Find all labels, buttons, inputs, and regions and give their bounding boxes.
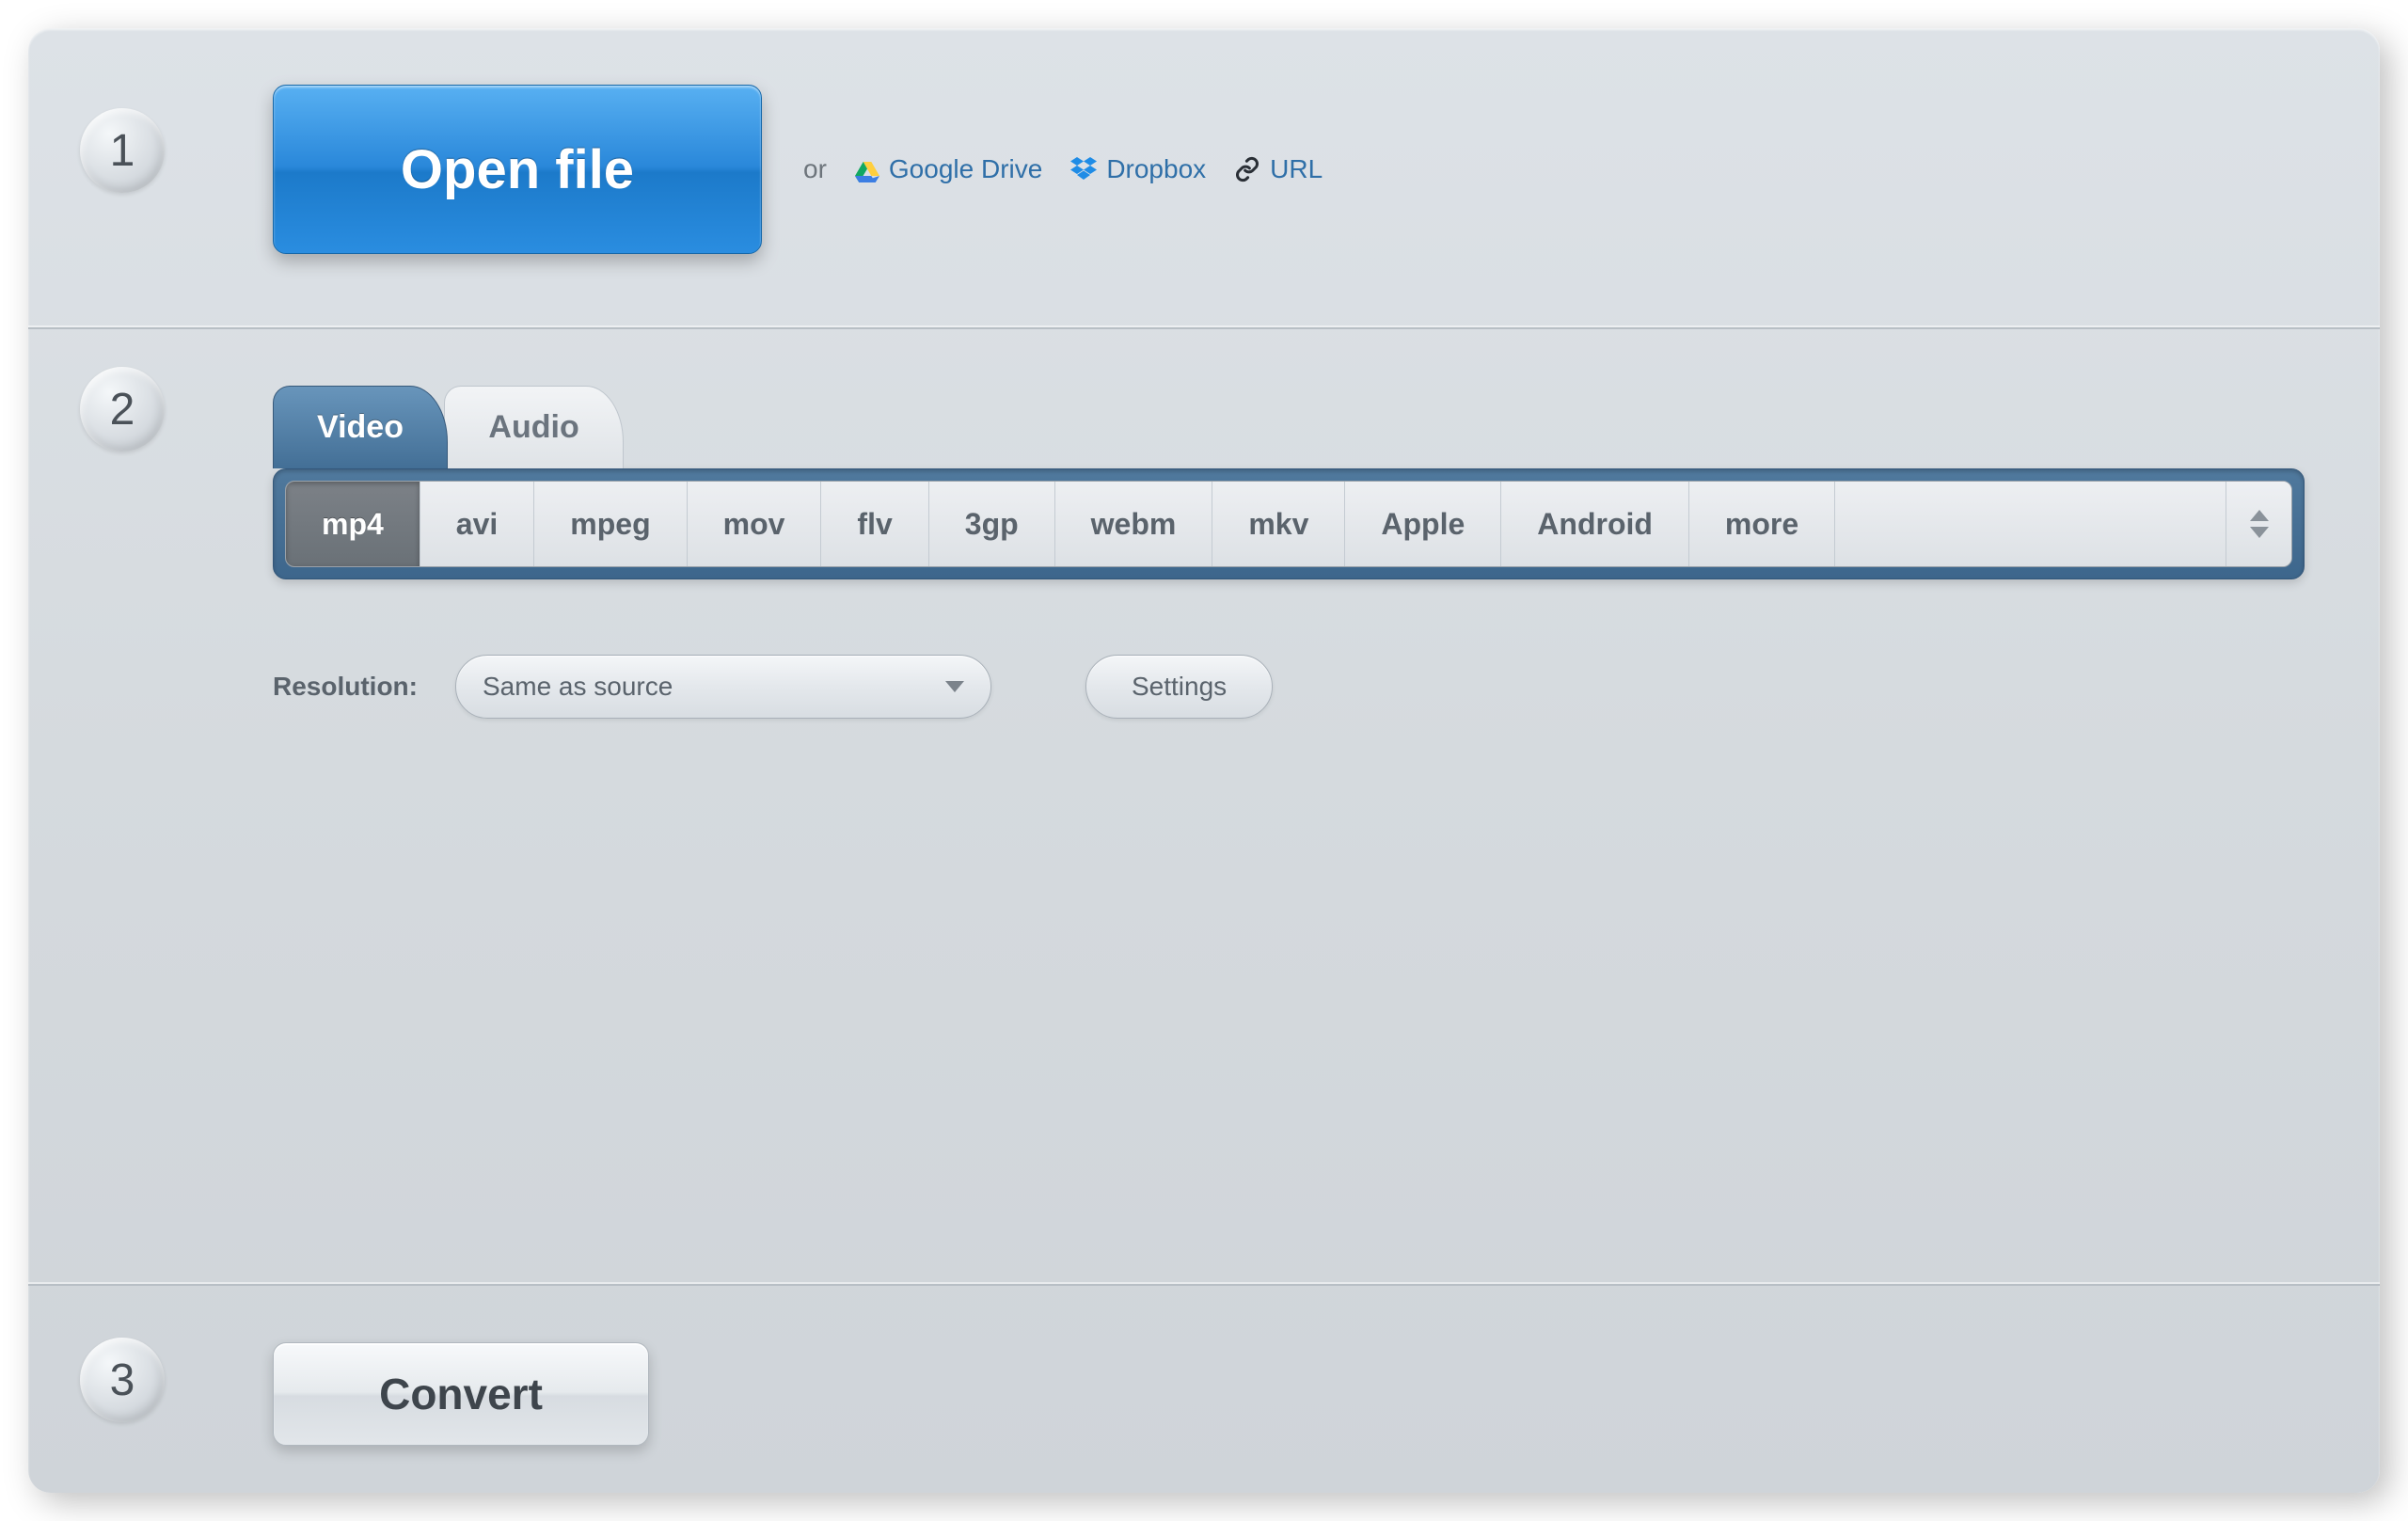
tab-audio[interactable]: Audio <box>444 386 623 468</box>
format-scroll-stepper[interactable] <box>2226 482 2291 566</box>
converter-panel: 1 Open file or Google Drive Dropbox U <box>28 28 2380 1493</box>
step-number-3: 3 <box>80 1338 165 1422</box>
open-file-button[interactable]: Open file <box>273 85 762 254</box>
format-android[interactable]: Android <box>1501 482 1689 566</box>
or-label: or <box>803 154 827 184</box>
google-drive-label: Google Drive <box>889 154 1042 184</box>
google-drive-link[interactable]: Google Drive <box>855 154 1042 184</box>
format-more[interactable]: more <box>1689 482 1835 566</box>
resolution-select[interactable]: Same as source <box>455 655 991 719</box>
caret-down-icon <box>945 681 964 692</box>
resolution-label: Resolution: <box>273 672 418 702</box>
chevron-down-icon <box>2250 527 2269 538</box>
step-open-file: 1 Open file or Google Drive Dropbox U <box>28 28 2380 329</box>
format-webm[interactable]: webm <box>1055 482 1213 566</box>
dropbox-label: Dropbox <box>1106 154 1206 184</box>
format-apple[interactable]: Apple <box>1345 482 1501 566</box>
open-row: Open file or Google Drive Dropbox URL <box>273 85 2305 254</box>
resolution-value: Same as source <box>483 672 673 702</box>
link-icon <box>1234 156 1260 182</box>
tab-video[interactable]: Video <box>273 386 448 468</box>
resolution-row: Resolution: Same as source Settings <box>273 655 2305 719</box>
format-tabs: Video Audio mp4 avi mpeg mov flv 3gp web… <box>273 386 2305 579</box>
step-convert: 3 Convert <box>28 1286 2380 1493</box>
format-spacer <box>1835 482 2226 566</box>
settings-button[interactable]: Settings <box>1085 655 1273 719</box>
format-mp4[interactable]: mp4 <box>286 482 420 566</box>
step-format: 2 Video Audio mp4 avi mpeg mov flv 3gp w… <box>28 329 2380 1286</box>
step-number-1: 1 <box>80 108 165 193</box>
format-3gp[interactable]: 3gp <box>929 482 1055 566</box>
convert-button[interactable]: Convert <box>273 1342 649 1446</box>
url-link[interactable]: URL <box>1234 154 1323 184</box>
chevron-up-icon <box>2250 510 2269 521</box>
format-flv[interactable]: flv <box>821 482 928 566</box>
format-mpeg[interactable]: mpeg <box>534 482 687 566</box>
format-list: mp4 avi mpeg mov flv 3gp webm mkv Apple … <box>285 481 2292 567</box>
dropbox-link[interactable]: Dropbox <box>1070 154 1206 184</box>
format-mkv[interactable]: mkv <box>1212 482 1345 566</box>
step-number-2: 2 <box>80 367 165 452</box>
url-label: URL <box>1270 154 1323 184</box>
dropbox-icon <box>1070 157 1097 182</box>
google-drive-icon <box>855 159 879 180</box>
format-bar: mp4 avi mpeg mov flv 3gp webm mkv Apple … <box>273 468 2305 579</box>
format-mov[interactable]: mov <box>688 482 822 566</box>
format-avi[interactable]: avi <box>420 482 534 566</box>
